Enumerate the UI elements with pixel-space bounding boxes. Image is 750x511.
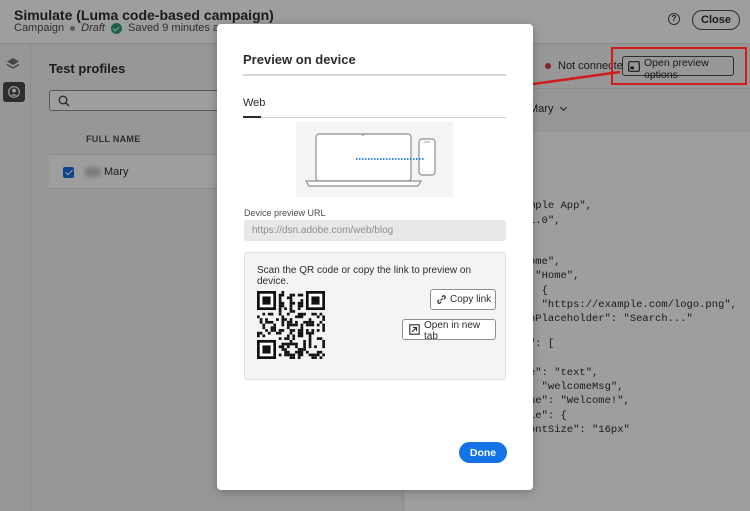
open-in-new-tab-label: Open in new tab — [424, 320, 481, 342]
copy-link-label: Copy link — [450, 294, 492, 305]
tab-web[interactable]: Web — [243, 97, 265, 109]
annotation-highlight-box — [611, 47, 747, 85]
preview-on-device-dialog: Preview on device Web Device preview URL… — [217, 24, 533, 490]
divider — [243, 74, 506, 76]
done-button[interactable]: Done — [459, 442, 507, 463]
qr-section: Scan the QR code or copy the link to pre… — [244, 252, 506, 380]
link-icon — [437, 295, 446, 304]
tab-divider — [243, 117, 506, 118]
open-in-new-tab-button[interactable]: Open in new tab — [402, 319, 496, 342]
laptop-phone-icon — [304, 133, 436, 187]
open-new-tab-icon — [409, 324, 420, 335]
device-illustration — [296, 122, 453, 197]
tab-selected-indicator — [243, 116, 261, 118]
qr-instructions: Scan the QR code or copy the link to pre… — [257, 265, 472, 287]
url-label: Device preview URL — [244, 208, 326, 218]
qr-code-icon — [257, 291, 325, 359]
copy-link-button[interactable]: Copy link — [430, 289, 496, 310]
device-preview-url-field[interactable]: https://dsn.adobe.com/web/blog — [244, 220, 506, 241]
dialog-title: Preview on device — [243, 52, 356, 67]
